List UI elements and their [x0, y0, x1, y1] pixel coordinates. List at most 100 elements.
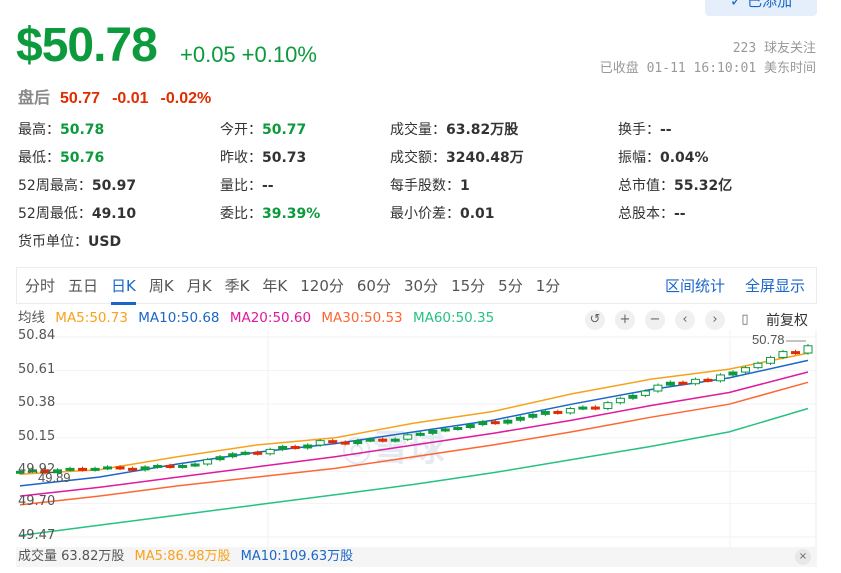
after-hours: 盘后 50.77 -0.01 -0.02% [18, 84, 223, 108]
volume-label: 成交量 63.82万股 [18, 549, 125, 564]
stat-label: 总股本： [618, 206, 674, 222]
tab-period[interactable]: 周K [149, 268, 174, 304]
candle [103, 466, 113, 470]
candle [465, 424, 475, 429]
after-hours-label: 盘后 [18, 90, 51, 107]
tab-period[interactable]: 120分 [300, 268, 344, 304]
volume-legend: 成交量 63.82万股 MA5:86.98万股 MA10:109.63万股 [16, 547, 817, 567]
candle [628, 394, 638, 399]
candle [390, 438, 400, 442]
stat-label: 最低： [18, 150, 60, 166]
stat-value: 50.78 [60, 122, 105, 138]
candle [765, 356, 775, 364]
tab-period[interactable]: 分时 [25, 268, 55, 304]
stat-item: 最小价差：0.01 [390, 203, 495, 223]
candle [365, 438, 375, 442]
candle [190, 463, 200, 467]
zoom-in-icon[interactable]: + [615, 310, 635, 330]
stat-value: 55.32亿 [674, 178, 733, 194]
adjust-mode[interactable]: 前复权 [766, 310, 808, 330]
candle [78, 467, 88, 471]
stat-item: 今开：50.77 [220, 119, 306, 139]
kline-chart[interactable]: ◎雪球50.7849.89 [16, 330, 817, 547]
stat-item: 成交额：3240.48万 [390, 147, 524, 167]
candle [228, 453, 238, 458]
followed-button[interactable]: ✓ 已添加 [705, 0, 817, 16]
stat-value: 3240.48万 [446, 150, 524, 166]
reset-icon[interactable]: ↺ [585, 310, 605, 330]
y-tick-label: 49.47 [18, 528, 56, 543]
candle [553, 410, 563, 414]
stat-label: 换手： [618, 122, 660, 138]
stat-item: 52周最低：49.10 [18, 203, 136, 223]
stat-value: USD [88, 234, 122, 250]
tab-period[interactable]: 60分 [357, 268, 391, 304]
market-status: 已收盘 01-11 16:10:01 美东时间 [599, 61, 816, 76]
stat-item: 最低：50.76 [18, 147, 104, 167]
candle-type-icon[interactable]: ▯ [735, 310, 755, 330]
price-change: +0.05 +0.10% [180, 42, 323, 68]
candle [215, 456, 225, 461]
tab-period[interactable]: 年K [262, 268, 287, 304]
candle [240, 451, 250, 455]
candle [340, 441, 350, 445]
range-stats-link[interactable]: 区间统计 [665, 268, 725, 304]
stat-item: 振幅：0.04% [618, 147, 709, 167]
stat-item: 换手：-- [618, 119, 672, 139]
candle [428, 429, 438, 434]
zoom-out-icon[interactable]: − [645, 310, 665, 330]
y-tick-label: 49.92 [18, 462, 56, 478]
candle [253, 451, 263, 455]
after-hours-change: -0.01 [112, 90, 149, 107]
candle [415, 432, 425, 436]
candle [440, 428, 450, 432]
candle [703, 378, 713, 382]
stat-value: 39.39% [262, 206, 321, 222]
ma-label: 均线 [18, 310, 45, 326]
candle [665, 381, 675, 386]
stat-value: 63.82万股 [446, 122, 519, 138]
stat-label: 货币单位： [18, 234, 88, 250]
ma5-value: MA5:50.73 [55, 310, 128, 326]
ma60-value: MA60:50.35 [412, 310, 495, 326]
tab-period[interactable]: 月K [187, 268, 212, 304]
candle [353, 440, 363, 445]
candle [578, 406, 588, 410]
candle [90, 467, 100, 471]
tab-period[interactable]: 30分 [404, 268, 438, 304]
scroll-left-icon[interactable]: ‹ [675, 310, 695, 330]
candle [590, 406, 600, 410]
scroll-right-icon[interactable]: › [705, 310, 725, 330]
stat-value: 50.77 [262, 122, 307, 138]
y-tick-label: 50.84 [18, 328, 56, 343]
candle [540, 410, 550, 415]
candle [403, 434, 413, 440]
candle [453, 427, 463, 431]
volume-ma10: MA10:109.63万股 [240, 549, 354, 564]
volume-ma5: MA5:86.98万股 [134, 549, 231, 564]
change-percent: +0.10% [241, 42, 317, 67]
tab-period[interactable]: 1分 [536, 268, 561, 304]
tab-period[interactable]: 15分 [451, 268, 485, 304]
tab-period[interactable]: 5分 [498, 268, 523, 304]
stat-label: 52周最高： [18, 178, 92, 194]
candle [715, 374, 725, 382]
tab-period[interactable]: 日K [111, 268, 136, 305]
fullscreen-link[interactable]: 全屏显示 [745, 268, 805, 304]
candle [690, 378, 700, 385]
y-tick-label: 50.38 [18, 395, 56, 411]
close-icon[interactable]: × [795, 549, 811, 565]
chart-period-tabs: 分时 五日 日K 周K 月K 季K 年K 120分 60分 30分 15分 5分 1分 区间统计 全屏显… [16, 267, 817, 305]
stat-item: 52周最高：50.97 [18, 175, 136, 195]
candle [678, 381, 688, 385]
candle [728, 371, 738, 376]
stat-label: 振幅： [618, 150, 660, 166]
stat-label: 总市值： [618, 178, 674, 194]
stat-item: 最高：50.78 [18, 119, 104, 139]
candle [303, 444, 313, 449]
tab-period[interactable]: 五日 [68, 268, 98, 304]
followers-count: 223 球友关注 [732, 41, 816, 56]
candle [128, 467, 138, 471]
stat-label: 成交额： [390, 150, 446, 166]
tab-period[interactable]: 季K [225, 268, 250, 304]
